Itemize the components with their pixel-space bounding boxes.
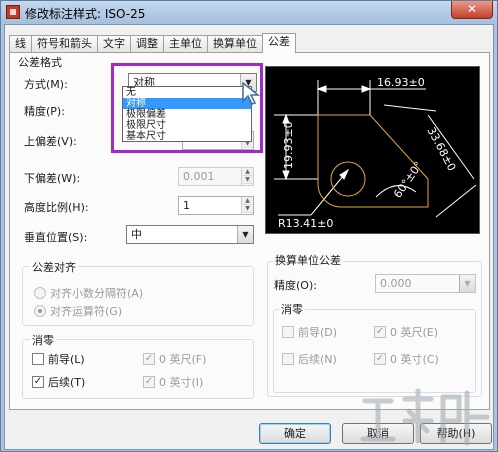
watermark-logo <box>360 388 490 446</box>
lower-deviation-input[interactable]: 0.001 ▲ ▼ <box>178 167 254 186</box>
alt-inches-checkbox[interactable]: ✓ 0 英寸(C) <box>374 351 439 367</box>
checkbox-icon[interactable] <box>282 326 294 338</box>
height-scale-label: 高度比例(H): <box>24 201 89 214</box>
vertical-position-select[interactable]: 中 ▼ <box>126 225 254 244</box>
dimension-preview: 16.93±0 19.93±0 33.68±0 60°±0° R13.41±0 <box>265 66 480 234</box>
checkmark-icon[interactable]: ✓ <box>143 376 155 388</box>
tab-lines[interactable]: 线 <box>9 35 32 53</box>
leading-label: 前导(L) <box>48 353 85 366</box>
inches-label: 0 英寸(I) <box>159 376 204 389</box>
trailing-checkbox[interactable]: ✓ 后续(T) <box>32 374 85 390</box>
dropdown-option-none[interactable]: 无 <box>123 87 251 98</box>
vertical-position-value: 中 <box>131 228 142 241</box>
spin-up-icon[interactable]: ▲ <box>242 168 253 176</box>
dim-radius-text: R13.41±0 <box>278 217 334 230</box>
tab-fit[interactable]: 调整 <box>130 35 164 53</box>
alt-leading-checkbox[interactable]: 前导(D) <box>282 324 337 340</box>
dropdown-option-basic[interactable]: 基本尺寸 <box>123 131 251 142</box>
alt-unit-tolerance-title: 换算单位公差 <box>273 252 343 268</box>
chevron-down-icon[interactable]: ▼ <box>237 226 253 243</box>
align-operator-label: 对齐运算符(G) <box>50 305 123 318</box>
dropdown-option-deviation[interactable]: 极限偏差 <box>123 109 251 120</box>
precision-label: 精度(P): <box>24 105 65 118</box>
radio-button-icon[interactable] <box>34 305 46 317</box>
checkmark-icon[interactable]: ✓ <box>143 353 155 365</box>
vertical-position-label: 垂直位置(S): <box>24 231 88 244</box>
tolerance-alignment-title: 公差对齐 <box>30 259 78 275</box>
alt-zero-suppression-title: 消零 <box>279 301 305 317</box>
checkmark-icon[interactable]: ✓ <box>374 326 386 338</box>
align-decimal-radio[interactable]: 对齐小数分隔符(A) <box>34 285 143 301</box>
method-label: 方式(M): <box>24 78 68 91</box>
leading-checkbox[interactable]: 前导(L) <box>32 351 85 367</box>
upper-deviation-label: 上偏差(V): <box>24 135 77 148</box>
dropdown-option-limits[interactable]: 极限尺寸 <box>123 120 251 131</box>
checkbox-icon[interactable] <box>282 353 294 365</box>
tab-alternate-units[interactable]: 换算单位 <box>207 35 263 53</box>
checkbox-icon[interactable] <box>32 353 44 365</box>
tab-symbols-arrows[interactable]: 符号和箭头 <box>31 35 98 53</box>
method-dropdown-list[interactable]: 无 对称 极限偏差 极限尺寸 基本尺寸 <box>122 86 252 142</box>
spin-up-icon[interactable]: ▲ <box>242 197 253 205</box>
feet-checkbox[interactable]: ✓ 0 英尺(F) <box>143 351 206 367</box>
feet-label: 0 英尺(F) <box>159 353 207 366</box>
dim-top-text: 16.93±0 <box>377 76 425 89</box>
dialog-window: 修改标注样式: ISO-25 ✕ 线 符号和箭头 文字 调整 主单位 换算单位 … <box>0 0 498 452</box>
checkmark-icon[interactable]: ✓ <box>32 376 44 388</box>
trailing-label: 后续(T) <box>48 376 86 389</box>
tab-primary-units[interactable]: 主单位 <box>163 35 208 53</box>
lower-deviation-value: 0.001 <box>183 170 215 183</box>
zero-suppression-group <box>22 339 254 399</box>
alt-precision-select[interactable]: 0.000 ▼ <box>375 274 476 293</box>
tab-text[interactable]: 文字 <box>97 35 131 53</box>
checkmark-icon[interactable]: ✓ <box>374 353 386 365</box>
close-button[interactable]: ✕ <box>451 1 493 19</box>
ok-button[interactable]: 确定 <box>259 423 331 444</box>
alt-trailing-label: 后续(N) <box>298 353 337 366</box>
autocad-app-icon <box>6 5 20 19</box>
lower-deviation-label: 下偏差(W): <box>24 172 81 185</box>
zero-suppression-title: 消零 <box>30 332 56 348</box>
dim-left-text: 19.93±0 <box>282 121 295 169</box>
radio-button-icon[interactable] <box>34 287 46 299</box>
title-bar[interactable]: 修改标注样式: ISO-25 ✕ <box>1 1 497 23</box>
alt-inches-label: 0 英寸(C) <box>390 353 439 366</box>
spin-down-icon[interactable]: ▼ <box>242 205 253 213</box>
alt-leading-label: 前导(D) <box>298 326 338 339</box>
alt-trailing-checkbox[interactable]: 后续(N) <box>282 351 337 367</box>
window-title: 修改标注样式: ISO-25 <box>25 7 146 21</box>
inches-checkbox[interactable]: ✓ 0 英寸(I) <box>143 374 203 390</box>
height-scale-value: 1 <box>183 199 190 212</box>
align-decimal-label: 对齐小数分隔符(A) <box>50 287 144 300</box>
spinner-buttons[interactable]: ▲▼ <box>241 168 253 185</box>
chevron-down-icon[interactable]: ▼ <box>459 275 475 292</box>
alt-precision-value: 0.000 <box>380 277 412 290</box>
dropdown-option-symmetric[interactable]: 对称 <box>123 98 251 109</box>
tab-strip: 线 符号和箭头 文字 调整 主单位 换算单位 公差 <box>9 33 296 53</box>
alt-feet-checkbox[interactable]: ✓ 0 英尺(E) <box>374 324 438 340</box>
spinner-buttons[interactable]: ▲▼ <box>241 197 253 214</box>
spin-down-icon[interactable]: ▼ <box>242 176 253 184</box>
mouse-cursor-icon <box>242 81 261 105</box>
alt-precision-label: 精度(O): <box>274 279 317 292</box>
height-scale-input[interactable]: 1 ▲ ▼ <box>178 196 254 215</box>
alt-feet-label: 0 英尺(E) <box>390 326 439 339</box>
tab-tolerances[interactable]: 公差 <box>262 33 296 53</box>
tolerance-format-title: 公差格式 <box>16 54 64 70</box>
align-operator-radio[interactable]: 对齐运算符(G) <box>34 303 122 319</box>
